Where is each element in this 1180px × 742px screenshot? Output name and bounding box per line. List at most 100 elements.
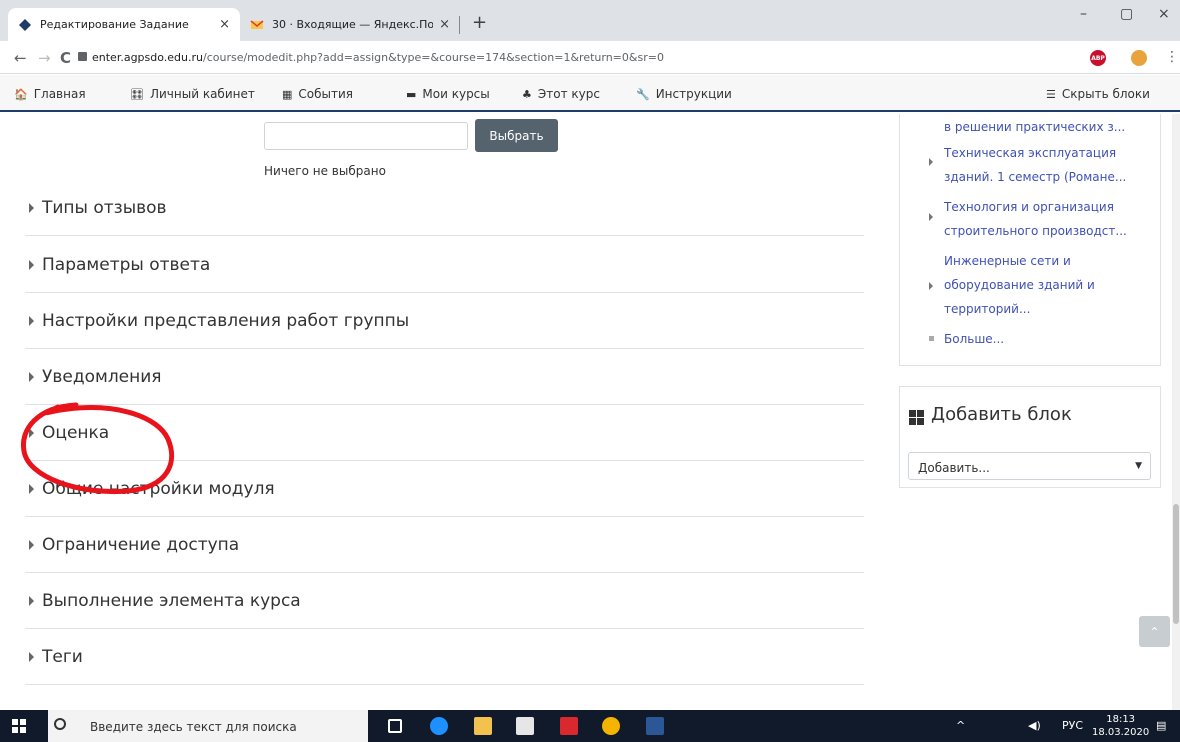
- reload-button[interactable]: C: [60, 49, 71, 67]
- scroll-to-top-button[interactable]: ⌃: [1139, 616, 1170, 647]
- section-label: Типы отзывов: [42, 198, 167, 218]
- nav-label: События: [298, 87, 354, 101]
- sitemap-icon: ♣: [522, 88, 532, 101]
- tab-edit-assignment[interactable]: Редактирование Задание ×: [8, 8, 240, 41]
- add-block-title: Добавить блок: [931, 404, 1072, 425]
- taskbar-clock[interactable]: 18:13 18.03.2020: [1092, 713, 1149, 739]
- mail-app-icon[interactable]: [516, 717, 534, 735]
- section-tags[interactable]: Теги: [25, 628, 864, 685]
- browser-tab-strip: Редактирование Задание × 30 · Входящие —…: [0, 0, 1180, 41]
- lock-icon: [78, 52, 87, 61]
- caret-right-icon: [29, 372, 34, 382]
- volume-icon[interactable]: ◀): [1028, 719, 1041, 732]
- close-window-button[interactable]: ×: [1158, 6, 1170, 22]
- browser-menu-icon[interactable]: ⋮: [1165, 49, 1179, 65]
- notifications-icon[interactable]: ▤: [1156, 719, 1166, 732]
- caret-right-icon: [29, 596, 34, 606]
- section-activity-completion[interactable]: Выполнение элемента курса: [25, 572, 864, 629]
- section-label: Настройки представления работ группы: [42, 311, 410, 331]
- word-icon[interactable]: [646, 717, 664, 735]
- clock-time: 18:13: [1106, 714, 1136, 725]
- caret-right-icon: [29, 316, 34, 326]
- task-view-icon[interactable]: [388, 719, 402, 733]
- search-icon: [54, 718, 66, 730]
- tray-chevron-icon[interactable]: ^: [956, 719, 965, 732]
- caret-right-icon: [929, 282, 933, 290]
- back-button[interactable]: ←: [14, 49, 27, 67]
- nav-events[interactable]: ▦ События: [282, 87, 353, 101]
- tab-label: Редактирование Задание: [40, 18, 189, 31]
- section-restrict-access[interactable]: Ограничение доступа: [25, 516, 864, 573]
- nav-dashboard[interactable]: 🎛 Личный кабинет: [130, 87, 255, 101]
- minimize-button[interactable]: –: [1080, 6, 1087, 22]
- url-field[interactable]: enter.agpsdo.edu.ru/course/modedit.php?a…: [92, 51, 664, 64]
- course-link[interactable]: строительного производст...: [944, 220, 1127, 242]
- course-link[interactable]: территорий...: [944, 298, 1030, 320]
- section-label: Теги: [42, 647, 83, 667]
- new-tab-button[interactable]: +: [472, 12, 487, 33]
- caret-right-icon: [29, 203, 34, 213]
- section-group-submission[interactable]: Настройки представления работ группы: [25, 292, 864, 349]
- course-link[interactable]: Техническая эксплуатация: [944, 142, 1116, 164]
- hide-blocks-button[interactable]: ☰ Скрыть блоки: [1046, 87, 1150, 101]
- course-link[interactable]: Технология и организация: [944, 196, 1114, 218]
- dashboard-icon: 🎛: [130, 88, 144, 101]
- course-link[interactable]: оборудование зданий и: [944, 274, 1095, 296]
- caret-right-icon: [929, 213, 933, 221]
- section-label: Выполнение элемента курса: [42, 591, 301, 611]
- nav-label: Инструкции: [655, 87, 732, 101]
- section-label: Уведомления: [42, 367, 162, 387]
- course-link[interactable]: в решении практических з...: [944, 116, 1125, 138]
- choose-button[interactable]: Выбрать: [475, 119, 558, 152]
- section-answer-params[interactable]: Параметры ответа: [25, 236, 864, 293]
- tab-close-icon[interactable]: ×: [219, 17, 230, 32]
- home-icon: 🏠: [14, 88, 28, 101]
- grid-icon: [909, 410, 924, 425]
- moodle-favicon-icon: [19, 18, 31, 31]
- kaspersky-icon[interactable]: [560, 717, 578, 735]
- keyboard-language[interactable]: РУС: [1062, 719, 1083, 732]
- edge-icon[interactable]: [430, 717, 448, 735]
- bullet-icon: [929, 336, 934, 341]
- nav-label: Мои курсы: [422, 87, 490, 101]
- file-explorer-icon[interactable]: [474, 717, 492, 735]
- tab-yandex-mail[interactable]: 30 · Входящие — Яндекс.Почта ×: [240, 8, 460, 41]
- url-path: /course/modedit.php?add=assign&type=&cou…: [203, 51, 664, 64]
- nav-label: Этот курс: [537, 87, 600, 101]
- windows-start-icon[interactable]: [12, 719, 26, 733]
- section-feedback-types[interactable]: Типы отзывов: [25, 179, 864, 236]
- address-bar: ← → C enter.agpsdo.edu.ru/course/modedit…: [0, 41, 1180, 74]
- adblock-icon[interactable]: ABP: [1090, 50, 1106, 66]
- file-name-field[interactable]: [264, 122, 468, 150]
- caret-right-icon: [929, 158, 933, 166]
- maximize-button[interactable]: ▢: [1120, 6, 1133, 22]
- extension-icon[interactable]: [1131, 50, 1147, 66]
- section-notifications[interactable]: Уведомления: [25, 348, 864, 405]
- nav-instructions[interactable]: 🔧 Инструкции: [636, 87, 732, 101]
- nav-home[interactable]: 🏠 Главная: [14, 87, 86, 101]
- taskbar-search-box[interactable]: Введите здесь текст для поиска: [48, 710, 368, 742]
- nav-label: Личный кабинет: [149, 87, 255, 101]
- nav-my-courses[interactable]: ▬ Мои курсы: [406, 87, 490, 101]
- nav-label: Главная: [33, 87, 86, 101]
- calendar-icon: ▦: [282, 88, 293, 101]
- hide-blocks-label: Скрыть блоки: [1061, 87, 1150, 101]
- url-host: enter.agpsdo.edu.ru: [92, 51, 203, 64]
- nav-this-course[interactable]: ♣ Этот курс: [522, 87, 600, 101]
- tab-close-icon[interactable]: ×: [439, 17, 450, 32]
- list-icon: ☰: [1046, 88, 1056, 101]
- taskbar-search-placeholder: Введите здесь текст для поиска: [90, 720, 297, 734]
- forward-button[interactable]: →: [38, 49, 51, 67]
- windows-taskbar: Введите здесь текст для поиска ^ ◀) РУС …: [0, 710, 1180, 742]
- chrome-icon[interactable]: [602, 717, 620, 735]
- more-link[interactable]: Больше...: [944, 328, 1004, 350]
- scrollbar-thumb[interactable]: [1173, 504, 1179, 624]
- add-block-select[interactable]: Добавить... ▼: [908, 452, 1151, 480]
- course-link[interactable]: Инженерные сети и: [944, 250, 1071, 272]
- caret-right-icon: [29, 652, 34, 662]
- dropdown-arrow-icon: ▼: [1135, 461, 1142, 471]
- course-link[interactable]: зданий. 1 семестр (Романе...: [944, 166, 1126, 188]
- select-value: Добавить...: [918, 461, 990, 475]
- briefcase-icon: ▬: [406, 88, 417, 101]
- caret-right-icon: [29, 260, 34, 270]
